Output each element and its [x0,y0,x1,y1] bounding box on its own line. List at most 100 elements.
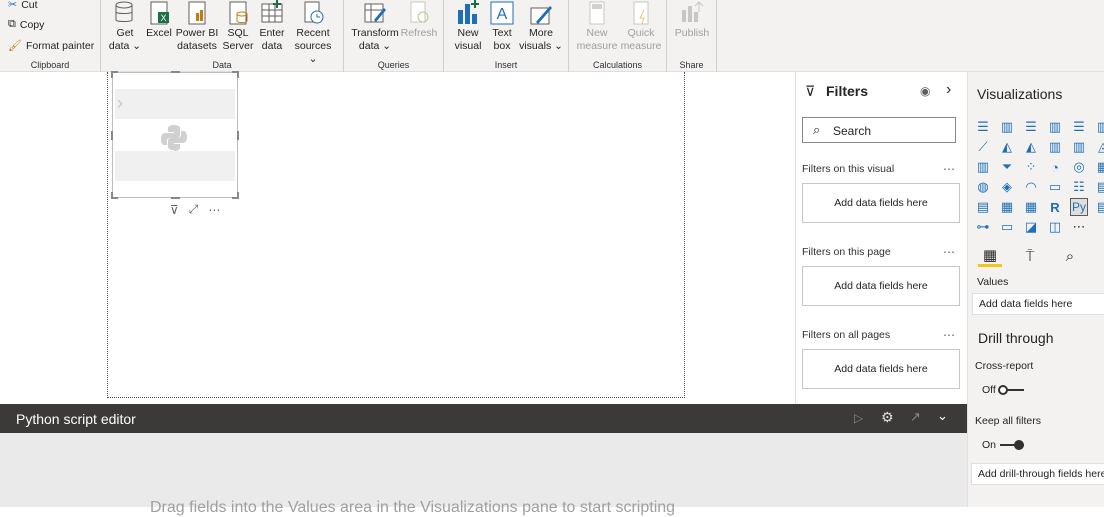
donut-chart-icon[interactable]: ◎ [1070,158,1088,176]
recent-sources-button[interactable]: Recent sources ⌄ [290,0,336,66]
filter-icon[interactable]: ⊽ [170,203,179,217]
resize-handle-right[interactable] [237,131,239,140]
stacked-area-chart-icon[interactable]: ◭ [1022,138,1040,156]
clustered-bar-chart-icon[interactable]: ☰ [1022,118,1040,136]
sql-icon [229,1,248,25]
python-visual[interactable]: › [111,71,239,199]
line-and-clustered-column-chart-icon[interactable]: ▥ [1070,138,1088,156]
sql-label-1: SQL [227,27,249,39]
table-icon[interactable]: ▦ [998,198,1016,216]
stacked-bar-chart-icon[interactable]: ☰ [974,118,992,136]
cross-report-toggle[interactable]: Off [982,384,1024,396]
slicer-icon[interactable]: ▤ [974,198,992,216]
funnel-icon[interactable]: ⏷ [998,158,1016,176]
transform-data-button[interactable]: Transform data ⌄ [350,0,400,53]
clustered-column-chart-icon[interactable]: ▥ [1046,118,1064,136]
focus-mode-icon[interactable]: ⤢ [189,202,199,217]
area-chart-icon[interactable]: ◭ [998,138,1016,156]
matrix-icon[interactable]: ▦ [1022,198,1040,216]
100-stacked-bar-chart-icon[interactable]: ☰ [1070,118,1088,136]
power-bi-datasets-button[interactable]: Power BI datasets [175,0,219,53]
100-stacked-column-chart-icon[interactable]: ▥ [1094,118,1104,136]
fields-tab-icon[interactable]: ▦ [978,245,1002,267]
chevron-down-icon[interactable]: ⌄ [937,408,948,424]
run-script-icon[interactable]: ▷ [854,411,863,425]
more-options-icon[interactable]: ⋯ [943,245,955,259]
enter-data-label-1: Enter [259,27,285,39]
quick-measure-button[interactable]: Quick measure [619,0,663,53]
paginated-report-icon[interactable]: ◫ [1046,218,1064,236]
filters-visual-dropzone[interactable]: Add data fields here [802,183,960,223]
filters-title: Filters [826,83,869,99]
insert-group: New visual A Text box More visuals ⌄ Ins… [444,0,569,72]
toggle-knob [997,385,1008,395]
sql-server-button[interactable]: SQL Server [221,0,255,53]
publish-button[interactable]: Publish [673,0,711,40]
excel-button[interactable]: X Excel [144,0,174,40]
ribbon: ✂ Cut ⧉ Copy 🖌 Format painter Clipboard … [0,0,1104,72]
resize-handle-bottom[interactable] [171,197,180,199]
gauge-icon[interactable]: ◠ [1022,178,1040,196]
expand-icon[interactable]: ↗ [910,409,921,425]
line-chart-icon[interactable]: ⟋ [974,138,992,156]
line-and-column-chart-icon[interactable]: ▥ [1046,138,1064,156]
new-measure-button[interactable]: New measure [575,0,619,53]
more-visuals-button[interactable]: More visuals ⌄ [519,0,563,53]
more-visuals-icon[interactable]: ⋯ [1070,218,1088,236]
map-icon[interactable]: ◍ [974,178,992,196]
copy-label: Copy [19,18,45,31]
pie-chart-icon[interactable]: ◔ [1046,158,1064,176]
table-icon [261,0,283,23]
text-box-button[interactable]: A Text box [487,0,517,53]
more-options-icon[interactable]: ⋯ [943,328,955,342]
resize-handle-bottom-left[interactable] [111,192,118,199]
python-visual-icon[interactable]: Py [1070,198,1088,216]
transform-icon [364,3,386,23]
new-visual-button[interactable]: New visual [451,0,485,53]
refresh-button[interactable]: Refresh [400,0,438,40]
keep-all-filters-toggle[interactable]: On [982,439,1025,451]
chevron-right-icon[interactable]: › [946,81,951,99]
filled-map-icon[interactable]: ◈ [998,178,1016,196]
filters-search-input[interactable]: ⌕ Search [802,117,956,143]
get-data-button[interactable]: Get data ⌄ [108,0,142,53]
kpi-icon[interactable]: ▤ [1094,178,1104,196]
eye-icon[interactable]: ◉ [920,84,930,98]
waterfall-chart-icon[interactable]: ▥ [974,158,992,176]
resize-handle-top[interactable] [171,71,180,73]
values-dropzone[interactable]: Add data fields here [972,293,1104,315]
stacked-column-chart-icon[interactable]: ▥ [998,118,1016,136]
decomposition-tree-icon[interactable]: ⊶ [974,218,992,236]
resize-handle-top-left[interactable] [111,71,118,78]
filters-page-dropzone[interactable]: Add data fields here [802,266,960,306]
smart-narrative-icon[interactable]: ◪ [1022,218,1040,236]
resize-handle-top-right[interactable] [232,71,239,78]
recent-sources-icon [304,1,324,24]
more-options-icon[interactable]: ⋯ [943,162,955,176]
multi-row-card-icon[interactable]: ☷ [1070,178,1088,196]
filters-all-pages-dropzone[interactable]: Add data fields here [802,349,960,389]
drill-through-dropzone[interactable]: Add drill-through fields here [971,463,1104,485]
share-group-label: Share [679,60,704,70]
drill-through-title: Drill through [978,330,1054,346]
key-influencers-icon[interactable]: ▤ [1094,198,1104,216]
resize-handle-bottom-right[interactable] [232,192,239,199]
format-painter-button[interactable]: 🖌 Format painter [8,39,94,53]
treemap-icon[interactable]: ▦ [1094,158,1104,176]
python-editor-body[interactable]: Drag fields into the Values area in the … [0,433,967,516]
qa-icon[interactable]: ▭ [998,218,1016,236]
refresh-icon [410,1,429,23]
ribbon-chart-icon[interactable]: ◬ [1094,138,1104,156]
card-icon[interactable]: ▭ [1046,178,1064,196]
analytics-magnifier-icon[interactable]: ⌕ [1058,245,1082,267]
format-paint-roller-icon[interactable]: ⍑ [1018,245,1042,267]
enter-data-button[interactable]: Enter data [256,0,288,53]
scatter-chart-icon[interactable]: ⁘ [1022,158,1040,176]
r-visual-icon[interactable]: R [1046,198,1064,216]
visual-toolbar: ⊽ ⤢ ⋯ [170,202,220,217]
resize-handle-left[interactable] [111,131,113,140]
copy-button[interactable]: ⧉ Copy [8,18,44,31]
more-options-icon[interactable]: ⋯ [208,203,220,217]
cut-button[interactable]: ✂ Cut [8,0,38,11]
gear-icon[interactable]: ⚙ [881,409,894,426]
